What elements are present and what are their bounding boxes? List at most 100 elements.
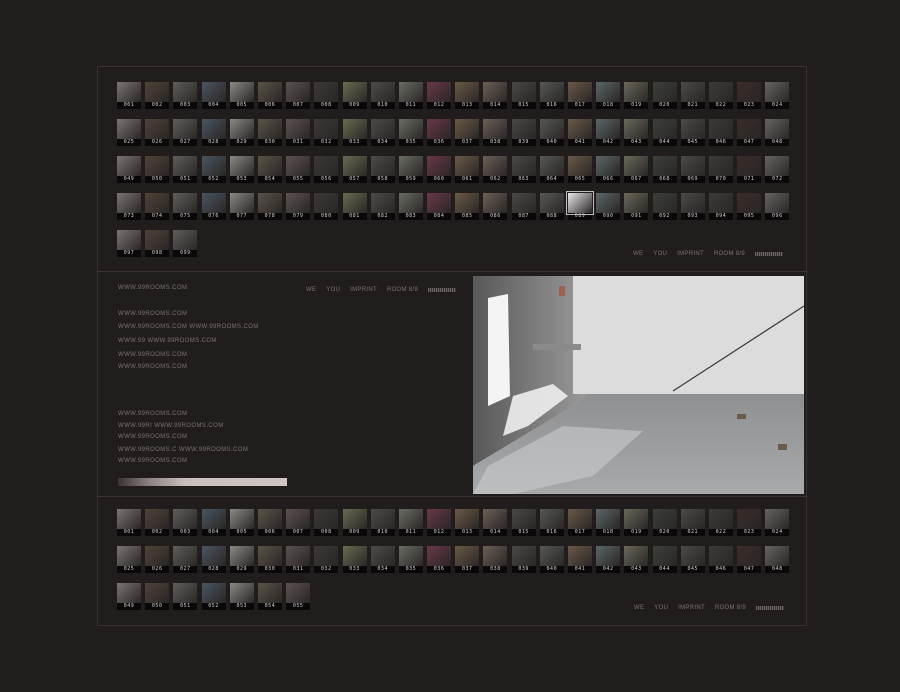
room-thumbnail[interactable]: 087 — [511, 193, 536, 220]
room-thumbnail[interactable]: 011 — [398, 82, 423, 109]
room-thumbnail[interactable]: 001 — [117, 82, 141, 109]
room-thumbnail[interactable]: 048 — [765, 119, 790, 146]
room-thumbnail[interactable]: 031 — [286, 546, 311, 573]
room-thumbnail[interactable]: 028 — [201, 546, 226, 573]
room-thumbnail[interactable]: 009 — [342, 82, 367, 109]
room-thumbnail[interactable]: 080 — [314, 193, 339, 220]
room-thumbnail[interactable]: 069 — [680, 156, 705, 183]
room-thumbnail[interactable]: 064 — [539, 156, 564, 183]
room-thumbnail[interactable]: 018 — [596, 82, 621, 109]
room-thumbnail[interactable]: 060 — [427, 156, 452, 183]
room-thumbnail[interactable]: 012 — [427, 82, 452, 109]
nav-you[interactable]: YOU — [653, 251, 667, 257]
room-thumbnail[interactable]: 078 — [257, 193, 282, 220]
room-thumbnail[interactable]: 013 — [455, 82, 480, 109]
room-thumbnail[interactable]: 058 — [370, 156, 395, 183]
room-thumbnail[interactable]: 034 — [370, 546, 395, 573]
room-thumbnail[interactable]: 008 — [314, 509, 339, 536]
room-thumbnail[interactable]: 005 — [229, 82, 254, 109]
room-thumbnail[interactable]: 063 — [511, 156, 536, 183]
room-thumbnail[interactable]: 042 — [596, 119, 621, 146]
room-thumbnail[interactable]: 013 — [455, 509, 480, 536]
room-thumbnail[interactable]: 017 — [568, 82, 592, 109]
room-thumbnail[interactable]: 088 — [539, 193, 564, 220]
room-thumbnail[interactable]: 035 — [398, 546, 423, 573]
room-thumbnail[interactable]: 099 — [173, 230, 198, 257]
room-thumbnail[interactable]: 019 — [624, 509, 649, 536]
room-thumbnail[interactable]: 052 — [201, 156, 226, 183]
room-thumbnail[interactable]: 036 — [427, 546, 452, 573]
room-thumbnail[interactable]: 070 — [708, 156, 733, 183]
room-thumbnail[interactable]: 073 — [117, 193, 141, 220]
room-thumbnail[interactable]: 004 — [201, 82, 226, 109]
room-thumbnail[interactable]: 038 — [483, 119, 508, 146]
room-thumbnail[interactable]: 022 — [708, 82, 733, 109]
room-thumbnail[interactable]: 046 — [708, 119, 733, 146]
room-thumbnail[interactable]: 034 — [370, 119, 395, 146]
room-thumbnail[interactable]: 006 — [257, 509, 282, 536]
room-thumbnail[interactable]: 003 — [173, 82, 198, 109]
room-thumbnail[interactable]: 022 — [708, 509, 733, 536]
nav-room[interactable]: ROOM 8/9 — [387, 287, 418, 293]
room-thumbnail[interactable]: 040 — [539, 119, 564, 146]
room-thumbnail[interactable]: 067 — [624, 156, 649, 183]
room-thumbnail[interactable]: 049 — [117, 583, 141, 610]
room-thumbnail[interactable]: 046 — [708, 546, 733, 573]
room-thumbnail[interactable]: 028 — [201, 119, 226, 146]
room-thumbnail[interactable]: 092 — [652, 193, 677, 220]
room-thumbnail[interactable]: 062 — [483, 156, 508, 183]
room-thumbnail[interactable]: 020 — [652, 82, 677, 109]
room-thumbnail[interactable]: 011 — [398, 509, 423, 536]
room-thumbnail[interactable]: 010 — [370, 509, 395, 536]
room-thumbnail[interactable]: 043 — [624, 546, 649, 573]
nav-imprint[interactable]: IMPRINT — [350, 287, 377, 293]
room-thumbnail[interactable]: 068 — [652, 156, 677, 183]
room-thumbnail[interactable]: 038 — [483, 546, 508, 573]
room-thumbnail[interactable]: 024 — [765, 509, 790, 536]
room-thumbnail[interactable]: 043 — [624, 119, 649, 146]
room-thumbnail[interactable]: 027 — [173, 546, 198, 573]
room-thumbnail[interactable]: 045 — [680, 546, 705, 573]
room-thumbnail[interactable]: 059 — [398, 156, 423, 183]
room-thumbnail[interactable]: 084 — [427, 193, 452, 220]
room-thumbnail[interactable]: 081 — [342, 193, 367, 220]
nav-room[interactable]: ROOM 8/9 — [715, 605, 746, 611]
room-thumbnail[interactable]: 065 — [568, 156, 592, 183]
room-thumbnail[interactable]: 031 — [286, 119, 311, 146]
room-thumbnail[interactable]: 097 — [117, 230, 141, 257]
middle-scroll-indicator[interactable] — [428, 288, 457, 292]
room-thumbnail[interactable]: 032 — [314, 119, 339, 146]
room-thumbnail[interactable]: 016 — [539, 509, 564, 536]
room-thumbnail[interactable]: 003 — [173, 509, 198, 536]
room-thumbnail[interactable]: 048 — [765, 546, 790, 573]
room-thumbnail[interactable]: 091 — [624, 193, 649, 220]
room-thumbnail[interactable]: 089 — [566, 191, 594, 220]
room-thumbnail[interactable]: 029 — [229, 546, 254, 573]
room-thumbnail[interactable]: 040 — [539, 546, 564, 573]
room-thumbnail[interactable]: 010 — [370, 82, 395, 109]
room-thumbnail[interactable]: 054 — [257, 156, 282, 183]
room-thumbnail[interactable]: 025 — [117, 119, 141, 146]
room-thumbnail[interactable]: 015 — [511, 509, 536, 536]
room-thumbnail[interactable]: 093 — [680, 193, 705, 220]
room-thumbnail[interactable]: 042 — [596, 546, 621, 573]
room-thumbnail[interactable]: 047 — [737, 119, 762, 146]
room-thumbnail[interactable]: 004 — [201, 509, 226, 536]
room-thumbnail[interactable]: 002 — [145, 509, 170, 536]
room-thumbnail[interactable]: 037 — [455, 546, 480, 573]
room-thumbnail[interactable]: 050 — [145, 156, 170, 183]
room-thumbnail[interactable]: 015 — [511, 82, 536, 109]
nav-we[interactable]: WE — [634, 605, 644, 611]
room-thumbnail[interactable]: 023 — [737, 509, 762, 536]
room-thumbnail[interactable]: 083 — [398, 193, 423, 220]
room-thumbnail[interactable]: 039 — [511, 546, 536, 573]
room-thumbnail[interactable]: 002 — [145, 82, 170, 109]
nav-we[interactable]: WE — [633, 251, 643, 257]
room-thumbnail[interactable]: 074 — [145, 193, 170, 220]
room-thumbnail[interactable]: 051 — [173, 156, 198, 183]
room-thumbnail[interactable]: 056 — [314, 156, 339, 183]
room-thumbnail[interactable]: 039 — [511, 119, 536, 146]
room-thumbnail[interactable]: 027 — [173, 119, 198, 146]
room-thumbnail[interactable]: 021 — [680, 509, 705, 536]
room-thumbnail[interactable]: 016 — [539, 82, 564, 109]
